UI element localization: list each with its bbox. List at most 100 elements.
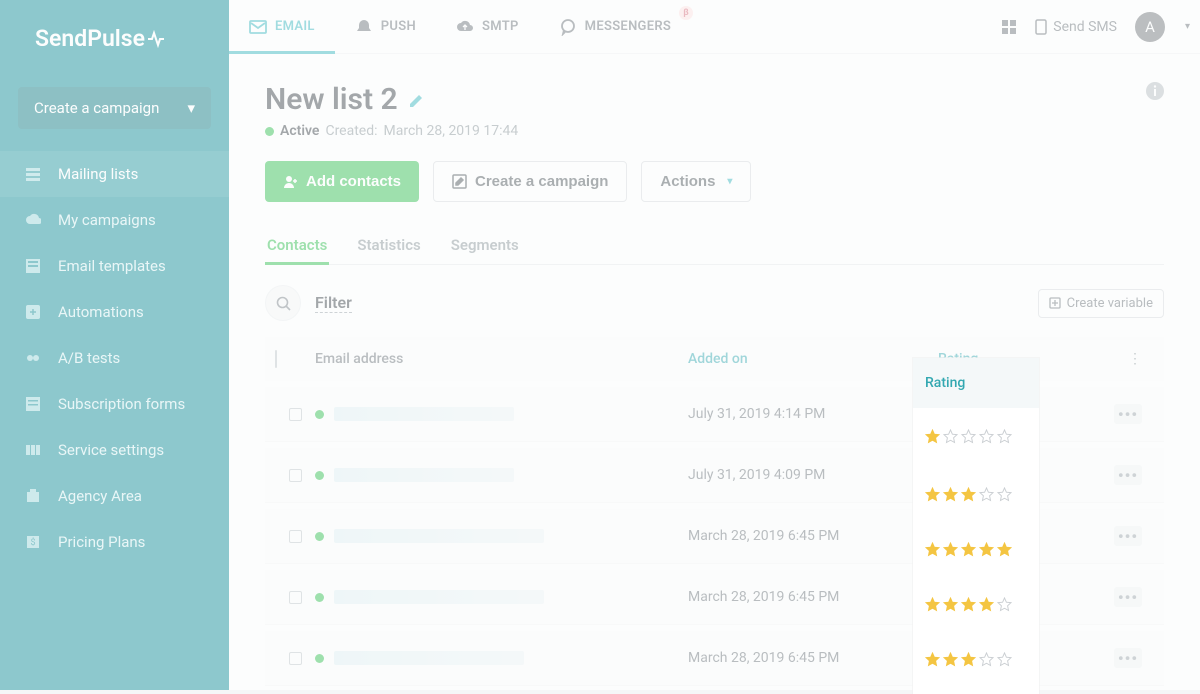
row-checkbox[interactable] [289,652,302,665]
table-row[interactable]: July 31, 2019 4:09 PM ••• [265,442,1164,503]
create-variable-button[interactable]: Create variable [1038,289,1164,318]
email-redacted [334,590,544,604]
sidebar-item-label: Automations [58,303,144,321]
rating-stars [938,651,1064,666]
contacts-table: Email address Added on Rating ⋮ July 31,… [265,337,1164,686]
sidebar-nav: Mailing lists My campaigns Email templates… [0,151,229,565]
added-on: July 31, 2019 4:14 PM [688,406,938,422]
sidebar-item-my-campaigns[interactable]: My campaigns [0,197,229,243]
row-menu[interactable]: ••• [1114,465,1142,485]
table-row[interactable]: March 28, 2019 6:45 PM ••• [265,625,1164,686]
sidebar-item-subscription-forms[interactable]: Subscription forms [0,381,229,427]
status-line: Active Created: March 28, 2019 17:44 [265,123,518,139]
col-rating[interactable]: Rating [938,351,1064,367]
row-checkbox[interactable] [289,469,302,482]
email-redacted [334,529,544,543]
logo: SendPulse [0,0,229,77]
sidebar-item-label: My campaigns [58,211,156,229]
sidebar-item-label: Subscription forms [58,395,185,413]
row-menu[interactable]: ••• [1114,526,1142,546]
email-redacted [334,407,514,421]
top-tab-push[interactable]: PUSH [335,0,436,53]
row-checkbox[interactable] [289,591,302,604]
send-sms-link[interactable]: Send SMS [1035,19,1117,35]
create-campaign-button[interactable]: Create a campaign ▾ [18,87,211,129]
sidebar-item-automations[interactable]: Automations [0,289,229,335]
automation-icon [24,303,42,321]
status-dot-icon [315,471,324,480]
sidebar-item-label: Agency Area [58,487,142,505]
col-actions-menu[interactable]: ⋮ [1064,351,1154,367]
pricing-icon: $ [24,533,42,551]
top-tab-messengers[interactable]: MESSENGERSβ [539,0,692,53]
table-row[interactable]: March 28, 2019 6:45 PM ••• [265,503,1164,564]
pencil-icon[interactable] [408,91,426,109]
status-dot-icon [315,654,324,663]
status-dot-icon [265,127,274,136]
rating-stars [938,529,1064,544]
mail-icon [249,18,267,36]
top-tab-email[interactable]: EMAIL [229,0,335,53]
sidebar-item-label: A/B tests [58,349,120,367]
sidebar-item-pricing-plans[interactable]: $ Pricing Plans [0,519,229,565]
info-icon[interactable] [1146,82,1164,100]
tab-segments[interactable]: Segments [449,226,521,264]
caret-down-icon[interactable]: ▾ [1185,21,1190,32]
row-checkbox[interactable] [289,530,302,543]
caret-down-icon: ▾ [727,176,732,187]
beta-badge: β [679,6,693,20]
table-row[interactable]: July 31, 2019 4:14 PM ••• [265,381,1164,442]
top-tab-smtp[interactable]: SMTP [436,0,539,53]
gift-icon[interactable] [1001,19,1017,35]
status-dot-icon [315,410,324,419]
ab-icon [24,349,42,367]
cloud-up-icon [456,18,474,36]
add-contacts-button[interactable]: Add contacts [265,161,419,202]
actions-button[interactable]: Actions ▾ [641,161,751,202]
row-menu[interactable]: ••• [1114,648,1142,668]
col-added[interactable]: Added on [688,351,938,367]
tab-contacts[interactable]: Contacts [265,226,329,264]
rating-stars [938,590,1064,605]
rating-stars [938,468,1064,483]
table-header: Email address Added on Rating ⋮ [265,337,1164,381]
sidebar-item-a-b-tests[interactable]: A/B tests [0,335,229,381]
form-icon [24,395,42,413]
tab-statistics[interactable]: Statistics [355,226,422,264]
chat-icon [559,18,577,36]
col-email[interactable]: Email address [315,351,688,367]
content-tabs: Contacts Statistics Segments [265,226,1164,265]
pulse-icon [147,30,169,48]
status-dot-icon [315,593,324,602]
table-row[interactable]: March 28, 2019 6:45 PM••• [265,564,1164,625]
email-redacted [334,651,524,665]
sidebar-item-label: Service settings [58,441,164,459]
sidebar-item-label: Email templates [58,257,166,275]
sidebar-item-mailing-lists[interactable]: Mailing lists [0,151,229,197]
select-all-checkbox[interactable] [275,350,277,368]
search-button[interactable] [265,285,301,321]
sidebar-item-label: Mailing lists [58,165,138,183]
create-campaign-button[interactable]: Create a campaign [433,161,627,202]
sidebar-item-label: Pricing Plans [58,533,145,551]
row-menu[interactable]: ••• [1114,404,1142,424]
row-checkbox[interactable] [289,408,302,421]
agency-icon [24,487,42,505]
added-on: July 31, 2019 4:09 PM [688,467,938,483]
added-on: March 28, 2019 6:45 PM [688,650,938,666]
rating-stars [938,407,1064,422]
list-icon [24,165,42,183]
email-redacted [334,468,514,482]
avatar[interactable]: A [1135,12,1165,42]
sidebar-item-agency-area[interactable]: Agency Area [0,473,229,519]
sidebar-item-service-settings[interactable]: Service settings [0,427,229,473]
filter-link[interactable]: Filter [315,293,352,313]
top-nav: EMAILPUSHSMTPMESSENGERSβ Send SMS A ▾ [229,0,1200,54]
sidebar-item-email-templates[interactable]: Email templates [0,243,229,289]
caret-down-icon: ▾ [187,99,195,117]
added-on: March 28, 2019 6:45 PM [688,528,938,544]
bell-icon [355,18,373,36]
row-menu[interactable]: ••• [1114,587,1142,607]
svg-text:$: $ [30,537,35,548]
main: EMAILPUSHSMTPMESSENGERSβ Send SMS A ▾ Ne… [229,0,1200,690]
